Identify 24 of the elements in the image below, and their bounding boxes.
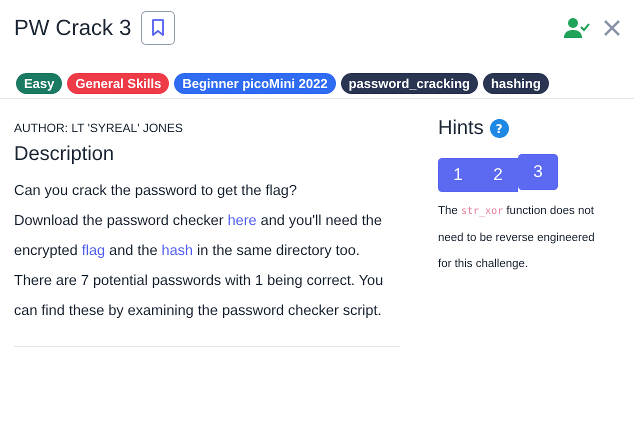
download-link[interactable]: flag — [82, 243, 106, 259]
description-paragraph: Download the password checker here and you'll need the encrypted flag and the hash in the same directory too. — [14, 212, 383, 261]
author-label: AUTHOR: LT 'SYREAL' JONES — [14, 121, 184, 135]
bookmark-button[interactable] — [141, 11, 176, 45]
description-heading: Description — [14, 143, 116, 166]
category-tag[interactable]: General Skills — [67, 73, 170, 94]
bookmark-icon — [151, 19, 166, 37]
download-link[interactable]: hash — [162, 243, 193, 259]
download-link[interactable]: here — [228, 213, 257, 229]
hint-tab[interactable]: 2 — [478, 158, 518, 192]
category-tag[interactable]: password_cracking — [340, 73, 478, 94]
description-paragraph: There are 7 potential passwords with 1 being correct. You can find these by examining the password checker script. — [14, 272, 384, 321]
help-icon[interactable]: ? — [490, 119, 509, 138]
hints-heading: Hints — [438, 117, 484, 140]
hint-tab[interactable]: 1 — [438, 158, 478, 192]
category-tag[interactable]: hashing — [482, 73, 549, 94]
user-check-icon[interactable] — [564, 17, 590, 39]
category-tag[interactable]: Easy — [16, 73, 62, 94]
description-paragraph: Can you crack the password to get the flag? — [14, 182, 298, 201]
close-icon[interactable] — [604, 20, 620, 36]
hint-tab[interactable]: 3 — [518, 154, 558, 190]
hint-text: The str_xor function does not need to be reverse engineered for this challenge. — [438, 204, 596, 272]
challenge-title: PW Crack 3 — [14, 15, 132, 41]
category-tag[interactable]: Beginner picoMini 2022 — [174, 73, 336, 94]
